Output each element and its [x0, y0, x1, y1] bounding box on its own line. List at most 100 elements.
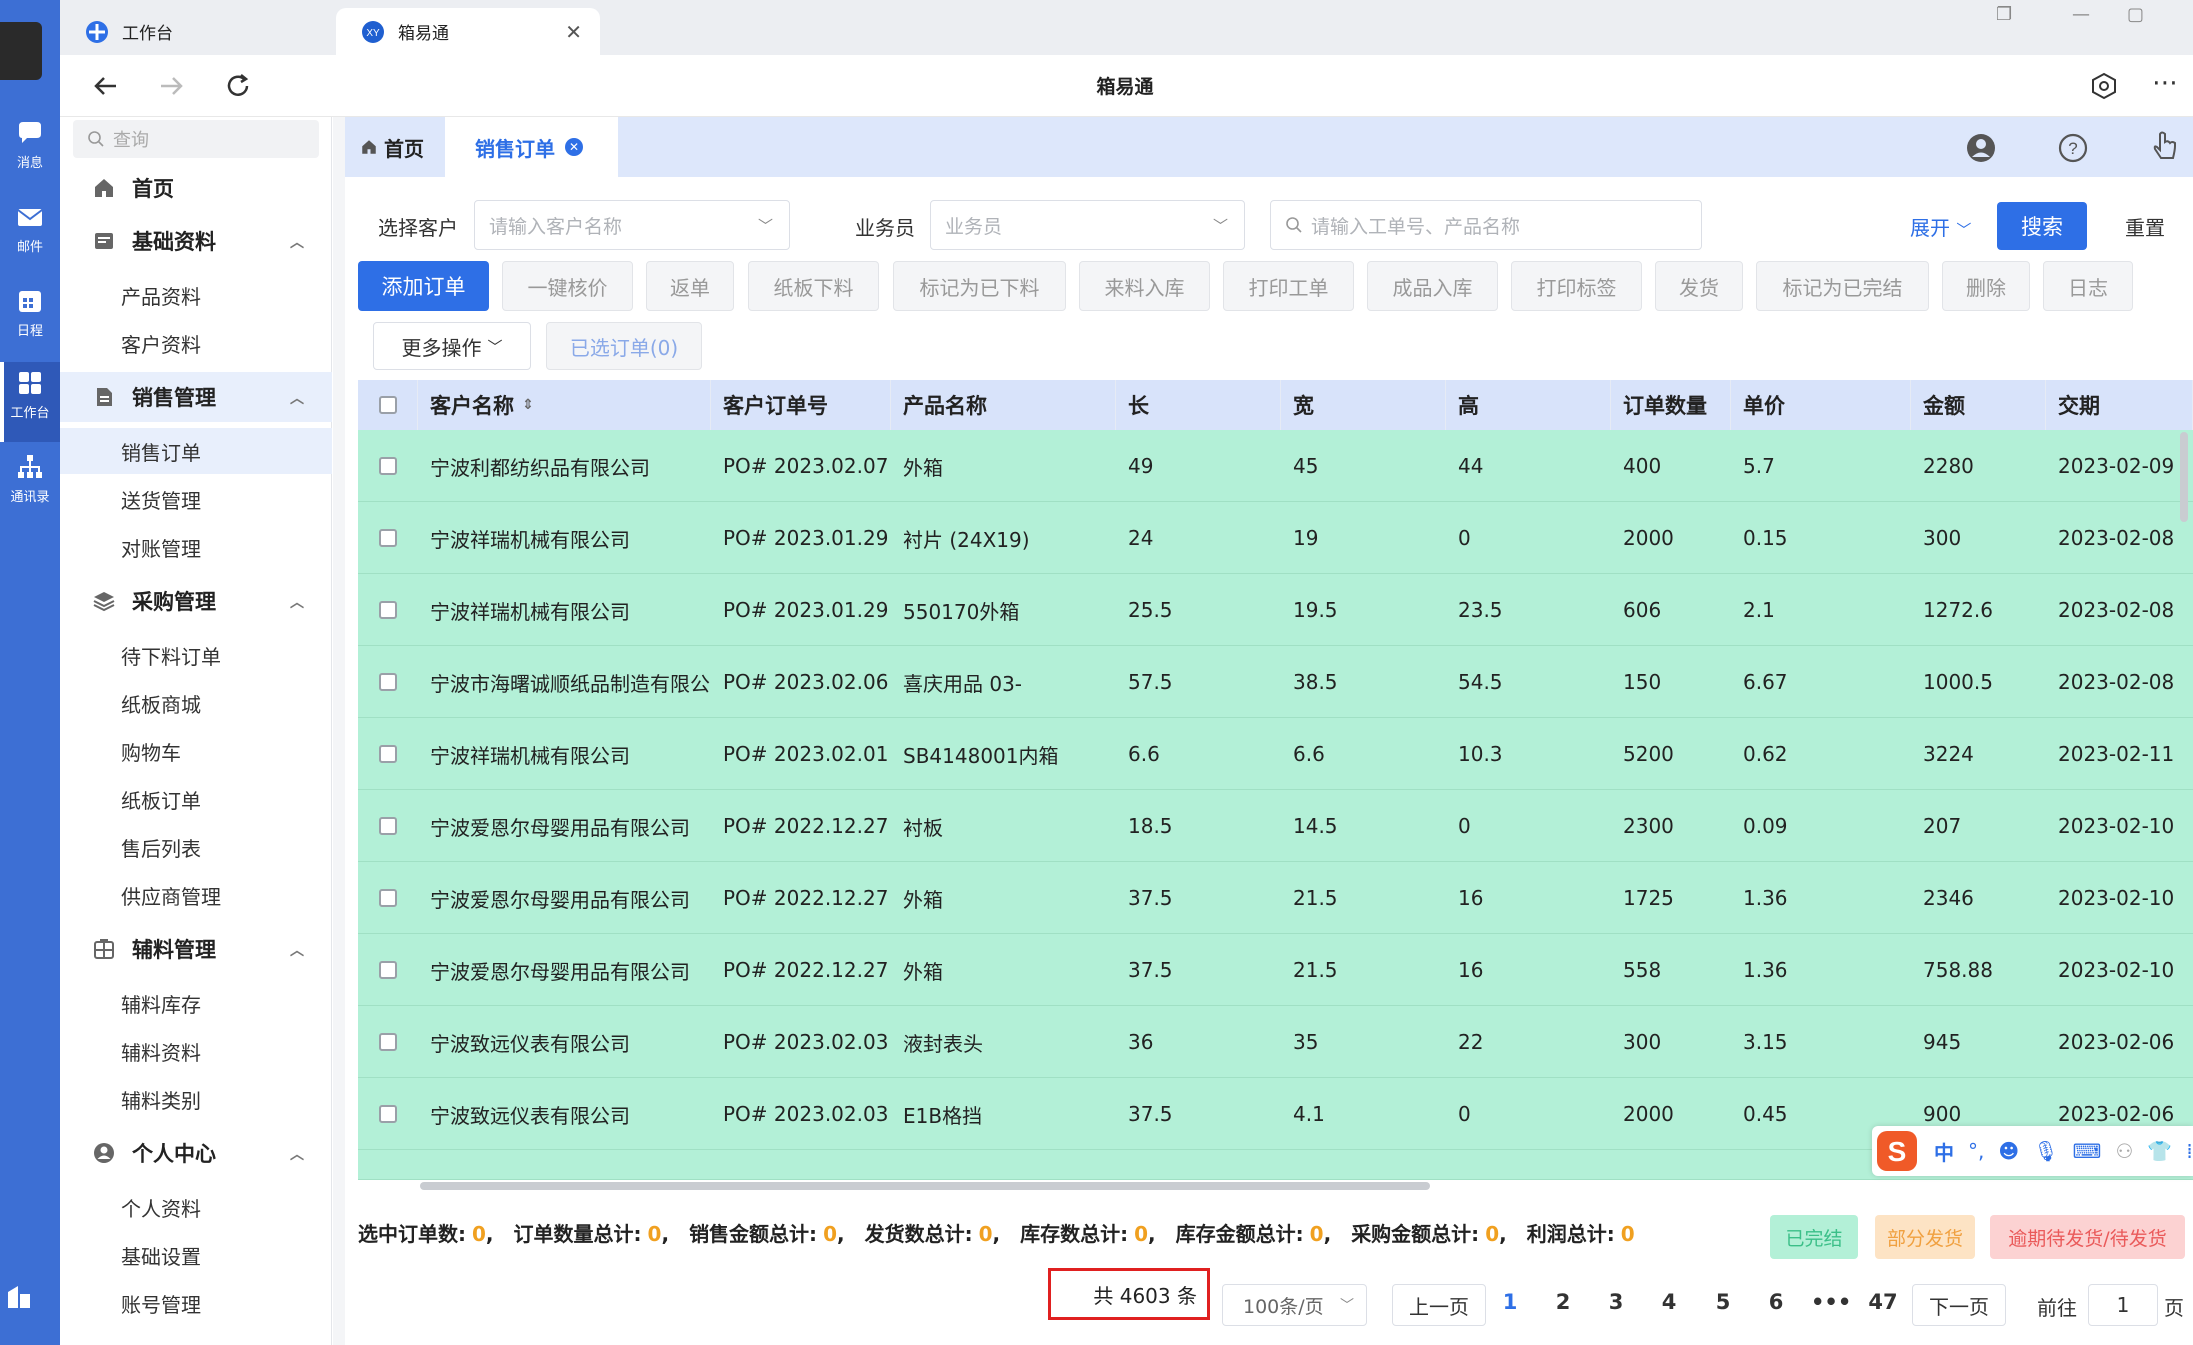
sort-icon[interactable]: ⇕	[522, 397, 534, 413]
ime-mode[interactable]: 中	[1934, 1137, 1954, 1166]
sidebar-item-material-types[interactable]: 辅料类别	[60, 1076, 332, 1122]
row-checkbox[interactable]	[379, 961, 397, 979]
delete-button[interactable]: 删除	[1942, 261, 2030, 311]
browser-tab-app[interactable]: XY 箱易通 ✕	[336, 8, 600, 55]
close-icon[interactable]: ✕	[565, 20, 582, 44]
sidebar-item-home[interactable]: 首页	[60, 163, 332, 213]
product-inbound-button[interactable]: 成品入库	[1367, 261, 1498, 311]
row-checkbox[interactable]	[379, 457, 397, 475]
sidebar-item-accounts[interactable]: 账号管理	[60, 1280, 332, 1326]
prev-page-button[interactable]: 上一页	[1392, 1284, 1486, 1326]
add-order-button[interactable]: 添加订单	[358, 261, 489, 311]
sidebar-item-products[interactable]: 产品资料	[60, 272, 332, 318]
sidebar-item-sales-orders[interactable]: 销售订单	[60, 428, 332, 474]
vertical-scrollbar[interactable]	[2180, 432, 2188, 522]
table-row[interactable]: 宁波爱恩尔母婴用品有限公司 PO# 2022.12.27 外箱 37.5 21.5 16 5…	[358, 934, 2193, 1006]
refresh-icon[interactable]	[222, 70, 254, 102]
more-pages-icon[interactable]: •••	[1811, 1290, 1851, 1314]
help-icon[interactable]: ?	[2057, 132, 2089, 164]
row-checkbox[interactable]	[379, 889, 397, 907]
tab-home[interactable]: 首页	[360, 117, 424, 177]
page-number[interactable]: 1	[1492, 1290, 1528, 1314]
grid-icon[interactable]: ⁞	[2186, 1139, 2192, 1163]
log-button[interactable]: 日志	[2043, 261, 2133, 311]
more-actions-dropdown[interactable]: 更多操作 ﹀	[373, 322, 531, 370]
sidebar-item-profile[interactable]: 个人资料	[60, 1184, 332, 1230]
table-row[interactable]: 宁波祥瑞机械有限公司 PO# 2023.02.01 SB4148001内箱 6.6 6.…	[358, 718, 2193, 790]
board-cutting-button[interactable]: 纸板下料	[748, 261, 879, 311]
print-workorder-button[interactable]: 打印工单	[1223, 261, 1354, 311]
mark-cut-button[interactable]: 标记为已下料	[893, 261, 1066, 311]
page-number[interactable]: 4	[1651, 1290, 1687, 1314]
sidebar-group-sales[interactable]: 销售管理 ︿	[60, 372, 332, 422]
sidebar-item-material-stock[interactable]: 辅料库存	[60, 980, 332, 1026]
reorder-button[interactable]: 返单	[646, 261, 734, 311]
table-row[interactable]: 宁波爱恩尔母婴用品有限公司 PO# 2022.12.27 外箱 37.5 21.5 16 1…	[358, 862, 2193, 934]
pointer-hand-icon[interactable]	[2148, 130, 2180, 164]
sidebar-item-cart[interactable]: 购物车	[60, 728, 332, 774]
keyword-search-input[interactable]: 请输入工单号、产品名称	[1270, 200, 1702, 250]
sidebar-group-basic[interactable]: 基础资料 ︿	[60, 216, 332, 266]
dock-mail[interactable]: 邮件	[0, 196, 60, 276]
settings-hex-icon[interactable]	[2088, 70, 2120, 102]
sidebar-item-after-sales[interactable]: 售后列表	[60, 824, 332, 870]
user-icon[interactable]: ⚇	[2115, 1139, 2133, 1163]
customer-select[interactable]: 请输入客户名称 ﹀	[474, 200, 790, 250]
print-label-button[interactable]: 打印标签	[1511, 261, 1642, 311]
skin-icon[interactable]: 👕	[2147, 1139, 2172, 1163]
tab-sales-orders[interactable]: 销售订单 ✕	[445, 117, 618, 177]
page-number[interactable]: 47	[1865, 1290, 1901, 1314]
sidebar-item-board-mall[interactable]: 纸板商城	[60, 680, 332, 726]
quick-price-button[interactable]: 一键核价	[502, 261, 633, 311]
search-button[interactable]: 搜索	[1997, 202, 2087, 250]
row-checkbox[interactable]	[379, 745, 397, 763]
sidebar-group-purchasing[interactable]: 采购管理 ︿	[60, 576, 332, 626]
row-checkbox[interactable]	[379, 1105, 397, 1123]
table-row[interactable]: 宁波祥瑞机械有限公司 PO# 2023.01.29 550170外箱 25.5 19.5…	[358, 574, 2193, 646]
table-row[interactable]: 宁波祥瑞机械有限公司 PO# 2023.01.29 衬片 (24X19) 24 19 0 2…	[358, 502, 2193, 574]
page-number[interactable]: 6	[1758, 1290, 1794, 1314]
dock-messages[interactable]: 消息	[0, 112, 60, 192]
table-row[interactable]: 宁波爱恩尔母婴用品有限公司 PO# 2022.12.27 衬板 18.5 14.5 0 23…	[358, 790, 2193, 862]
maximize-icon[interactable]: ▢	[2127, 4, 2144, 25]
table-row[interactable]: 宁波市海曙诚顺纸品制造有限公司 PO# 2023.02.06 喜庆用品 03- 57.…	[358, 646, 2193, 718]
goto-page-input[interactable]: 1	[2088, 1284, 2158, 1326]
page-number[interactable]: 5	[1705, 1290, 1741, 1314]
page-number[interactable]: 2	[1545, 1290, 1581, 1314]
sidebar-item-suppliers[interactable]: 供应商管理	[60, 872, 332, 918]
page-number[interactable]: 3	[1598, 1290, 1634, 1314]
row-checkbox[interactable]	[379, 673, 397, 691]
sidebar-item-basic-settings[interactable]: 基础设置	[60, 1232, 332, 1278]
sidebar-item-pending-cut[interactable]: 待下料订单	[60, 632, 332, 678]
dock-workbench[interactable]: 工作台	[0, 362, 60, 442]
row-checkbox[interactable]	[379, 817, 397, 835]
more-menu-icon[interactable]: ⋯	[2152, 68, 2178, 98]
table-row[interactable]: 宁波致远仪表有限公司 PO# 2023.02.03 液封表头 36 35 22 300 3.1…	[358, 1006, 2193, 1078]
sidebar-search-input[interactable]: 查询	[73, 120, 319, 158]
row-checkbox[interactable]	[379, 1033, 397, 1051]
ship-button[interactable]: 发货	[1655, 261, 1743, 311]
salesman-select[interactable]: 业务员 ﹀	[930, 200, 1245, 250]
page-size-select[interactable]: 100条/页 ﹀	[1222, 1284, 1367, 1326]
building-icon[interactable]	[4, 1280, 34, 1310]
minimize-icon[interactable]: —	[2072, 4, 2090, 25]
row-checkbox[interactable]	[379, 529, 397, 547]
avatar-icon[interactable]	[1965, 132, 1997, 164]
dock-contacts[interactable]: 通讯录	[0, 446, 60, 526]
sidebar-item-board-orders[interactable]: 纸板订单	[60, 776, 332, 822]
app-thumbnail[interactable]	[0, 22, 42, 80]
keyboard-icon[interactable]: ⌨	[2073, 1139, 2102, 1163]
back-arrow-icon[interactable]	[90, 70, 122, 102]
punctuation-icon[interactable]: °,	[1968, 1139, 1984, 1163]
microphone-icon[interactable]: 🎙	[2033, 1139, 2058, 1163]
sidebar-item-delivery[interactable]: 送货管理	[60, 476, 332, 522]
sidebar-group-materials[interactable]: 辅料管理 ︿	[60, 924, 332, 974]
close-tab-icon[interactable]: ✕	[565, 138, 583, 156]
select-all-checkbox[interactable]	[378, 396, 397, 414]
dock-calendar[interactable]: 日程	[0, 280, 60, 360]
reset-button[interactable]: 重置	[2103, 202, 2187, 250]
sidebar-item-material-info[interactable]: 辅料资料	[60, 1028, 332, 1074]
restore-window-icon[interactable]: ❐	[1996, 4, 2012, 25]
column-header[interactable]: 客户名称 ⇕	[418, 380, 711, 430]
horizontal-scrollbar[interactable]	[420, 1182, 1430, 1190]
